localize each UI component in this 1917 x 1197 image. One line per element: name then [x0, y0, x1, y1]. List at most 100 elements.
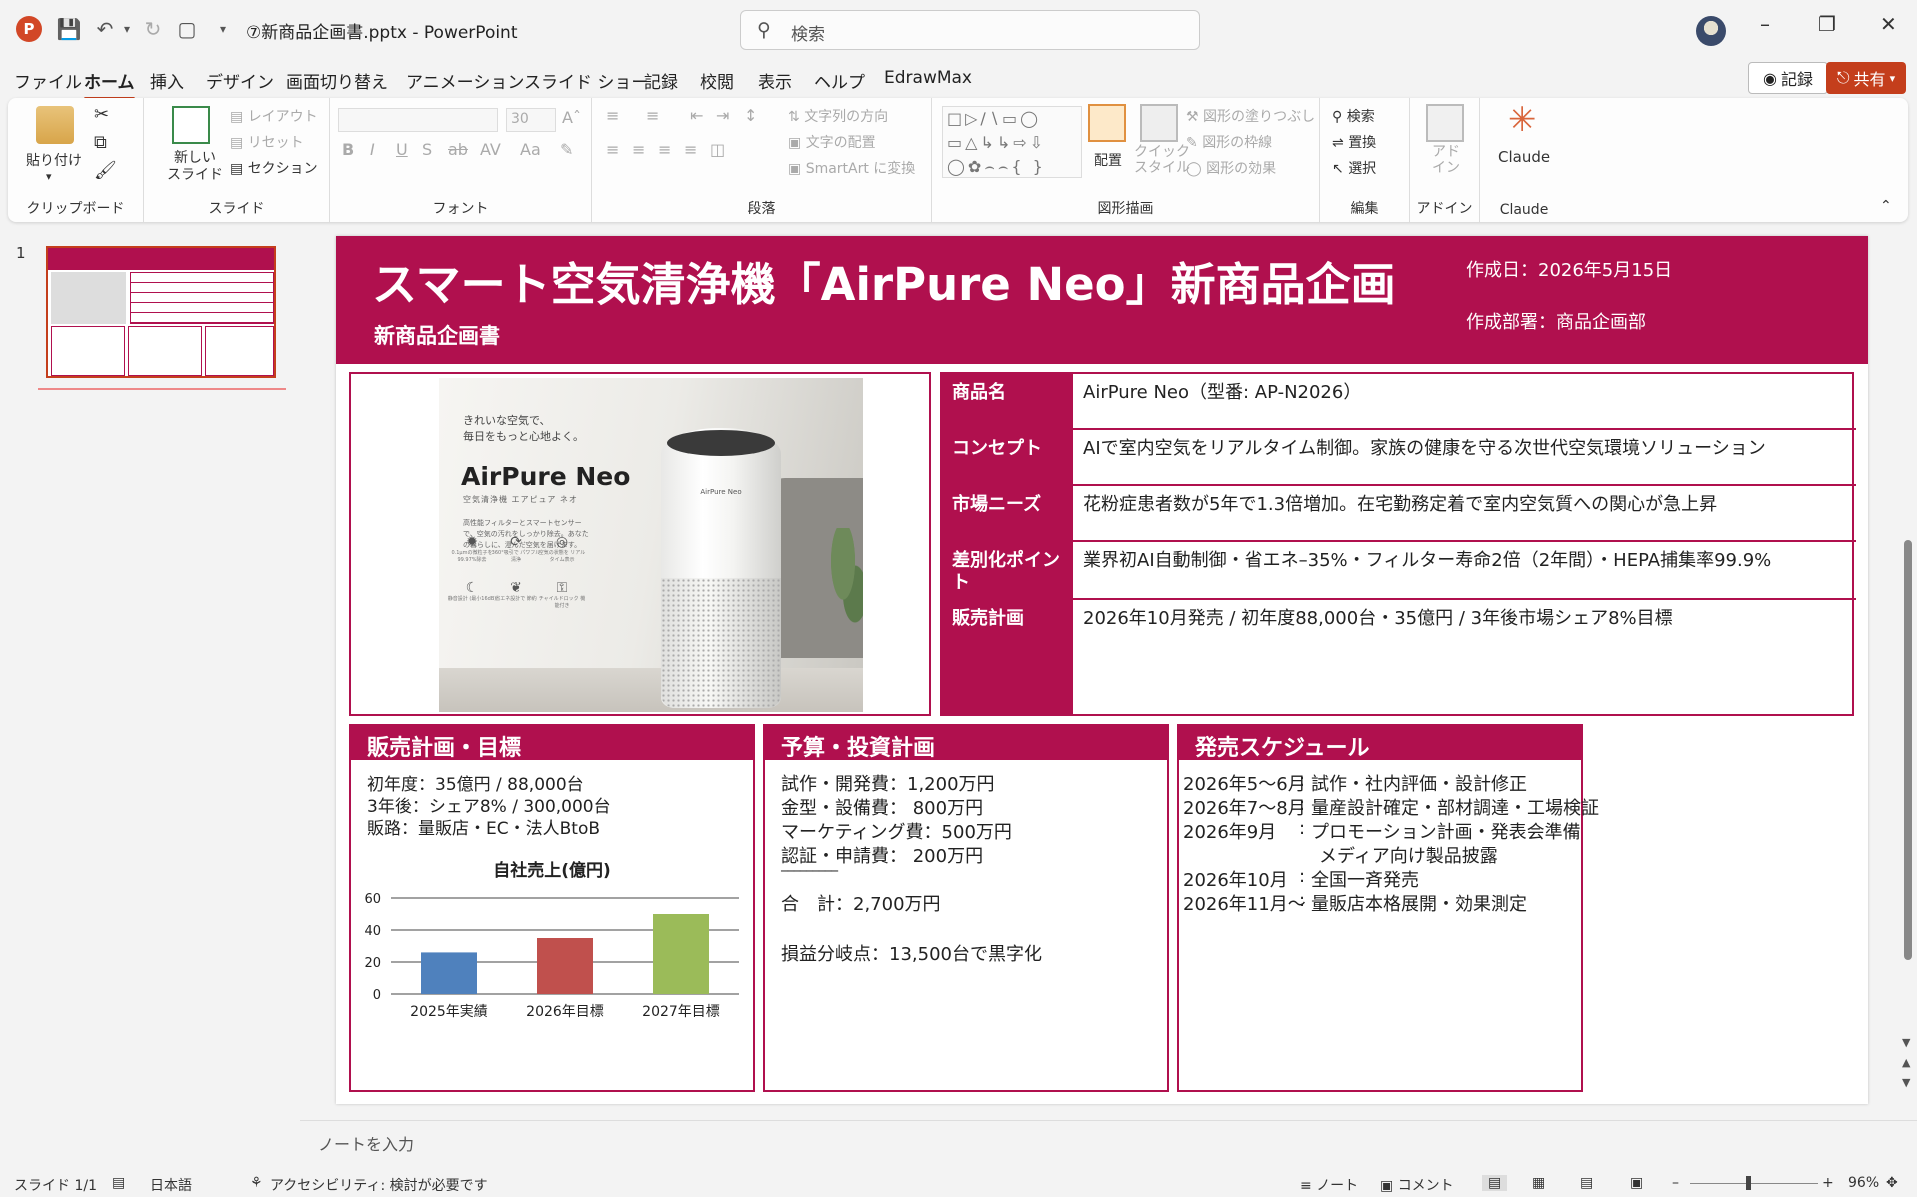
- table-key[interactable]: 商品名: [942, 374, 1073, 428]
- align-text-button[interactable]: ▣ 文字の配置: [788, 132, 876, 152]
- text-direction-button[interactable]: ⇅ 文字列の方向: [788, 106, 888, 126]
- zoom-level[interactable]: 96%: [1848, 1175, 1879, 1191]
- table-value[interactable]: 2026年10月発売 / 初年度88,000台・35億円 / 3年後市場シェア8…: [1073, 600, 1856, 714]
- table-value[interactable]: AirPure Neo（型番: AP-N2026）: [1073, 374, 1856, 428]
- zoom-out-icon[interactable]: –: [1672, 1175, 1679, 1191]
- tab-help[interactable]: ヘルプ: [814, 68, 865, 93]
- slideshow-icon[interactable]: ▣: [1630, 1175, 1643, 1191]
- claude-icon[interactable]: ✳: [1508, 100, 1537, 140]
- addins-button[interactable]: アド イン: [1426, 144, 1466, 176]
- shapes-gallery[interactable]: □▷∕∖▭◯ ▭△↳↳⇨⇩ ◯✿⌢⌢{ }: [942, 106, 1082, 178]
- normal-view-icon[interactable]: ▤: [1482, 1175, 1508, 1191]
- smartart-button[interactable]: ▣ SmartArt に変換: [788, 158, 915, 178]
- accessibility-status[interactable]: アクセシビリティ: 検討が必要です: [270, 1175, 488, 1195]
- arrange-icon[interactable]: [1088, 104, 1126, 142]
- language-indicator[interactable]: 日本語: [150, 1175, 192, 1195]
- product-info-table[interactable]: 商品名 AirPure Neo（型番: AP-N2026） コンセプト AIで室…: [940, 372, 1856, 716]
- numbering-icon[interactable]: ≡: [646, 106, 659, 125]
- increase-font-icon[interactable]: Aˆ: [562, 108, 581, 127]
- char-spacing-icon[interactable]: AV: [480, 140, 501, 159]
- format-painter-icon[interactable]: 🖌: [94, 160, 117, 181]
- underline-icon[interactable]: U: [396, 140, 408, 159]
- next-slide-icon[interactable]: ▼: [1902, 1076, 1910, 1089]
- undo-dropdown-icon[interactable]: ▾: [114, 16, 140, 42]
- decrease-indent-icon[interactable]: ⇤: [690, 106, 703, 125]
- tab-review[interactable]: 校閲: [700, 68, 734, 93]
- tab-design[interactable]: デザイン: [206, 68, 274, 93]
- share-button[interactable]: ⎋ 共有 ▾: [1826, 62, 1906, 94]
- notes-pane[interactable]: ノートを入力: [300, 1120, 1917, 1168]
- close-icon[interactable]: ✕: [1880, 12, 1897, 36]
- vertical-scrollbar[interactable]: ▼ ▲ ▼: [1902, 226, 1914, 1106]
- chart-bar[interactable]: [653, 914, 709, 994]
- new-slide-icon[interactable]: [172, 106, 210, 144]
- tab-slideshow[interactable]: スライド ショー: [524, 68, 648, 93]
- reading-view-icon[interactable]: ▤: [1580, 1175, 1593, 1191]
- avatar[interactable]: [1696, 16, 1726, 46]
- justify-icon[interactable]: ≡: [684, 140, 697, 159]
- scroll-down-icon[interactable]: ▼: [1902, 1036, 1910, 1049]
- tab-insert[interactable]: 挿入: [150, 68, 184, 93]
- zoom-in-icon[interactable]: +: [1822, 1175, 1834, 1191]
- chart-bar[interactable]: [537, 938, 593, 994]
- strikethrough-icon[interactable]: ab: [448, 140, 468, 159]
- customize-toolbar-icon[interactable]: ▾: [210, 16, 236, 42]
- table-value[interactable]: 業界初AI自動制御・省エネ–35%・フィルター寿命2倍（2年間）・HEPA捕集率…: [1073, 542, 1856, 598]
- quick-styles-icon[interactable]: [1140, 104, 1178, 142]
- table-key[interactable]: 市場ニーズ: [942, 486, 1073, 540]
- record-button[interactable]: ◉ 記録: [1748, 62, 1828, 94]
- columns-icon[interactable]: ◫: [710, 140, 725, 159]
- fit-to-window-icon[interactable]: ✥: [1886, 1175, 1898, 1191]
- new-slide-button[interactable]: 新しい スライド: [160, 150, 230, 184]
- schedule-box[interactable]: 発売スケジュール 2026年5〜6月 : 試作・社内評価・設計修正 2026年7…: [1177, 724, 1599, 1092]
- table-value[interactable]: 花粉症患者数が5年で1.3倍増加。在宅勤務定着で室内空気質への関心が急上昇: [1073, 486, 1856, 540]
- tab-home[interactable]: ホーム: [84, 68, 135, 100]
- tab-edrawmax[interactable]: EdrawMax: [884, 68, 972, 88]
- spell-check-icon[interactable]: ▤: [112, 1175, 125, 1191]
- notes-placeholder[interactable]: ノートを入力: [318, 1131, 414, 1155]
- notes-button[interactable]: ≡ ノート: [1300, 1175, 1358, 1195]
- addins-icon[interactable]: [1426, 104, 1464, 142]
- table-key[interactable]: コンセプト: [942, 430, 1073, 484]
- font-size-select[interactable]: 30: [506, 108, 556, 132]
- created-date[interactable]: 作成日：2026年5月15日: [1466, 256, 1672, 282]
- chart-bar[interactable]: [421, 952, 477, 994]
- font-name-select[interactable]: [338, 108, 498, 132]
- select-button[interactable]: ↖ 選択: [1332, 158, 1376, 178]
- product-image-frame[interactable]: きれいな空気で、 毎日をもっと心地よく。 AirPure Neo 空気清浄機 エ…: [349, 372, 931, 716]
- comments-button[interactable]: ▣ コメント: [1380, 1175, 1454, 1195]
- tab-view[interactable]: 表示: [758, 68, 792, 93]
- search-input[interactable]: ⚲ 検索: [740, 10, 1200, 50]
- tab-animations[interactable]: アニメーション: [406, 68, 524, 93]
- zoom-slider[interactable]: [1690, 1183, 1818, 1184]
- align-left-icon[interactable]: ≡: [606, 140, 619, 159]
- find-button[interactable]: ⚲ 検索: [1332, 106, 1375, 126]
- table-value[interactable]: AIで室内空気をリアルタイム制御。家族の健康を守る次世代空気環境ソリューション: [1073, 430, 1856, 484]
- section-button[interactable]: ▤ セクション: [230, 158, 318, 178]
- tab-file[interactable]: ファイル: [14, 68, 82, 93]
- shape-fill-button[interactable]: ⚒ 図形の塗りつぶし: [1186, 106, 1315, 126]
- claude-button[interactable]: Claude: [1498, 148, 1550, 166]
- product-image[interactable]: きれいな空気で、 毎日をもっと心地よく。 AirPure Neo 空気清浄機 エ…: [439, 378, 863, 712]
- sales-plan-box[interactable]: 販売計画・目標 初年度：35億円 / 88,000台 3年後：シェア8% / 3…: [349, 724, 755, 1092]
- collapse-ribbon-icon[interactable]: ⌃: [1880, 198, 1892, 214]
- slide-subtitle[interactable]: 新商品企画書: [374, 320, 500, 350]
- shape-effects-button[interactable]: ◯ 図形の効果: [1186, 158, 1276, 178]
- restore-icon[interactable]: ❐: [1818, 12, 1836, 36]
- save-icon[interactable]: 💾: [56, 16, 82, 42]
- present-icon[interactable]: ▢: [174, 16, 200, 42]
- shape-outline-button[interactable]: ✎ 図形の枠線: [1186, 132, 1272, 152]
- slide-title[interactable]: スマート空気清浄機「AirPure Neo」新商品企画: [372, 248, 1396, 313]
- table-key[interactable]: 差別化ポイント: [942, 542, 1073, 598]
- align-center-icon[interactable]: ≡: [632, 140, 645, 159]
- table-key[interactable]: 販売計画: [942, 600, 1073, 714]
- paste-icon[interactable]: [36, 106, 74, 144]
- minimize-icon[interactable]: –: [1760, 12, 1770, 36]
- slide-thumbnail[interactable]: [46, 246, 276, 378]
- sales-bar-chart[interactable]: 自社売上(億円) 0 20 40 60 2025年実績 2026年目標 2027年目標: [351, 856, 753, 1092]
- copy-icon[interactable]: ⧉: [94, 132, 107, 153]
- line-spacing-icon[interactable]: ↕: [744, 106, 757, 125]
- previous-slide-icon[interactable]: ▲: [1902, 1056, 1910, 1069]
- zoom-slider-thumb[interactable]: [1746, 1176, 1751, 1190]
- paste-button[interactable]: 貼り付け: [26, 150, 82, 170]
